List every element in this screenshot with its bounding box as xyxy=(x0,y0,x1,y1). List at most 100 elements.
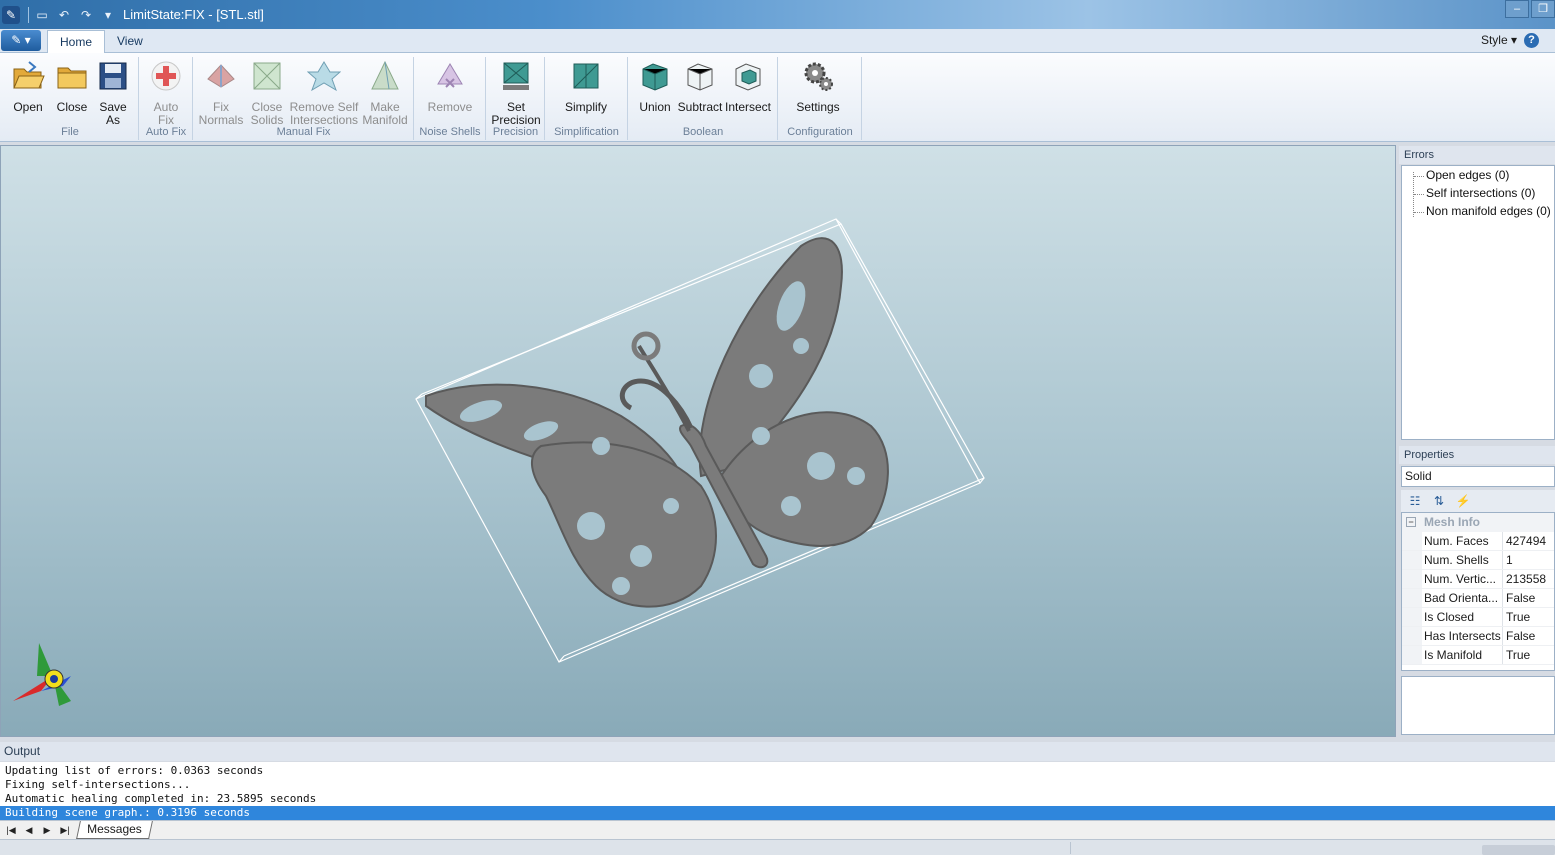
intersect-button[interactable]: Intersect xyxy=(725,59,771,114)
subtract-button[interactable]: Subtract xyxy=(675,59,725,114)
precision-icon xyxy=(503,62,529,90)
style-menu[interactable]: Style ▾ xyxy=(1481,33,1517,47)
set-precision-button[interactable]: Set Precision xyxy=(491,59,541,127)
tab-view[interactable]: View xyxy=(105,30,155,54)
resize-grip[interactable] xyxy=(1482,845,1555,855)
property-row[interactable]: Bad Orienta... False xyxy=(1402,589,1554,608)
wrench-icon[interactable]: ✎ xyxy=(2,5,20,24)
close-button[interactable]: Close xyxy=(52,59,92,114)
group-configuration: Settings Configuration xyxy=(779,57,862,140)
settings-label: Settings xyxy=(796,100,840,114)
save-icon xyxy=(99,62,127,90)
status-separator xyxy=(1070,842,1071,854)
next-tab-icon[interactable]: ▶ xyxy=(40,823,54,837)
group-noise-shells-label: Noise Shells xyxy=(419,126,481,138)
subtract-label: Subtract xyxy=(677,100,723,114)
property-row[interactable]: Is Manifold True xyxy=(1402,646,1554,665)
intersect-label: Intersect xyxy=(725,100,772,114)
events-icon[interactable]: ⚡ xyxy=(1455,493,1471,509)
union-button[interactable]: Union xyxy=(635,59,675,114)
log-line[interactable]: Fixing self-intersections... xyxy=(0,778,1555,792)
property-row[interactable]: Is Closed True xyxy=(1402,608,1554,627)
intersect-icon xyxy=(735,63,761,91)
app-menu-button[interactable]: ✎ ▾ xyxy=(1,30,41,51)
collapse-icon[interactable]: − xyxy=(1406,517,1416,527)
prev-tab-icon[interactable]: ◀ xyxy=(22,823,36,837)
log-line-selected[interactable]: Building scene graph.: 0.3196 seconds xyxy=(0,806,1555,820)
group-auto-fix-label: Auto Fix xyxy=(145,126,187,138)
simplify-icon xyxy=(573,63,599,89)
property-name: Is Manifold xyxy=(1422,646,1503,664)
category-mesh-info[interactable]: − Mesh Info xyxy=(1402,513,1554,532)
ribbon-tab-row: ✎ ▾ Home View Style ▾ ? xyxy=(0,29,1555,54)
log-line[interactable]: Automatic healing completed in: 23.5895 … xyxy=(0,792,1555,806)
redo-icon[interactable]: ↷ xyxy=(77,6,95,24)
output-header: Output xyxy=(0,742,1555,761)
remove-self-intersections-button[interactable]: Remove Self Intersections xyxy=(288,59,360,127)
folder-open-icon xyxy=(13,61,45,89)
simplify-button[interactable]: Simplify xyxy=(562,59,610,114)
3d-viewport[interactable] xyxy=(0,145,1396,737)
property-row[interactable]: Num. Shells 1 xyxy=(1402,551,1554,570)
property-name: Has Intersects xyxy=(1422,627,1503,645)
first-tab-icon[interactable]: |◀ xyxy=(4,823,18,837)
last-tab-icon[interactable]: ▶| xyxy=(58,823,72,837)
undo-icon[interactable]: ↶ xyxy=(55,6,73,24)
save-as-button[interactable]: Save As xyxy=(94,59,132,127)
errors-tree: Open edges (0) Self intersections (0) No… xyxy=(1401,165,1555,440)
qat-separator xyxy=(28,6,29,23)
close-solids-button[interactable]: Close Solids xyxy=(246,59,288,127)
log-line[interactable]: Updating list of errors: 0.0363 seconds xyxy=(0,764,1555,778)
row-gutter xyxy=(1402,570,1422,588)
sort-az-icon[interactable]: ⇅ xyxy=(1431,493,1447,509)
tab-messages[interactable]: Messages xyxy=(76,821,153,839)
axis-triad-icon xyxy=(13,643,71,706)
minimize-icon[interactable]: – xyxy=(1505,0,1529,18)
property-value: 427494 xyxy=(1506,534,1547,548)
status-bar xyxy=(0,839,1555,855)
union-label: Union xyxy=(639,100,671,114)
error-self-intersections[interactable]: Self intersections (0) xyxy=(1414,186,1535,200)
group-noise-shells: Remove Noise Shells xyxy=(415,57,486,140)
help-icon[interactable]: ? xyxy=(1524,33,1539,48)
property-row[interactable]: Num. Faces 427494 xyxy=(1402,532,1554,551)
restore-icon[interactable]: ❐ xyxy=(1531,0,1555,18)
row-gutter xyxy=(1402,589,1422,607)
fix-normals-button[interactable]: Fix Normals xyxy=(198,59,244,127)
property-row[interactable]: Has Intersects False xyxy=(1402,627,1554,646)
error-open-edges[interactable]: Open edges (0) xyxy=(1414,168,1509,182)
remove-button[interactable]: Remove xyxy=(427,59,473,114)
remove-intersections-icon xyxy=(306,61,342,92)
open-label: Open xyxy=(13,100,43,114)
property-row[interactable]: Num. Vertic... 213558 xyxy=(1402,570,1554,589)
simplify-label: Simplify xyxy=(564,100,607,114)
row-gutter xyxy=(1402,551,1422,569)
property-name: Num. Shells xyxy=(1422,551,1503,569)
row-gutter xyxy=(1402,532,1422,550)
make-manifold-icon xyxy=(371,60,399,90)
save-as-label: Save As xyxy=(99,100,127,127)
gear-icon xyxy=(804,62,833,91)
group-boolean-label: Boolean xyxy=(682,126,724,138)
property-value: True xyxy=(1506,648,1531,662)
error-non-manifold-edges[interactable]: Non manifold edges (0) xyxy=(1414,204,1551,218)
folder-open-icon[interactable]: ▭ xyxy=(33,6,51,24)
close-label: Close xyxy=(56,100,88,114)
fix-normals-icon xyxy=(207,64,235,88)
auto-fix-button[interactable]: Auto Fix xyxy=(145,59,187,127)
remove-shells-icon xyxy=(437,63,463,88)
property-name: Num. Vertic... xyxy=(1422,570,1503,588)
output-log[interactable]: Updating list of errors: 0.0363 seconds … xyxy=(0,762,1555,820)
object-type-select[interactable]: Solid xyxy=(1401,466,1555,487)
group-manual-fix: Fix Normals Close Solids Remove Self Inters… xyxy=(194,57,414,140)
categorized-icon[interactable]: ☷ xyxy=(1407,493,1423,509)
dropdown-icon[interactable]: ▾ xyxy=(99,6,117,24)
tab-home[interactable]: Home xyxy=(47,30,106,54)
group-precision-label: Precision xyxy=(492,126,539,138)
make-manifold-button[interactable]: Make Manifold xyxy=(360,59,410,127)
ribbon: Open Close Save As File Auto Fix Auto Fix … xyxy=(0,53,1555,142)
open-button[interactable]: Open xyxy=(8,59,48,114)
output-tab-bar: |◀ ◀ ▶ ▶| Messages xyxy=(0,820,1555,839)
window-controls: – ❐ xyxy=(1505,0,1555,18)
settings-button[interactable]: Settings xyxy=(793,59,843,114)
